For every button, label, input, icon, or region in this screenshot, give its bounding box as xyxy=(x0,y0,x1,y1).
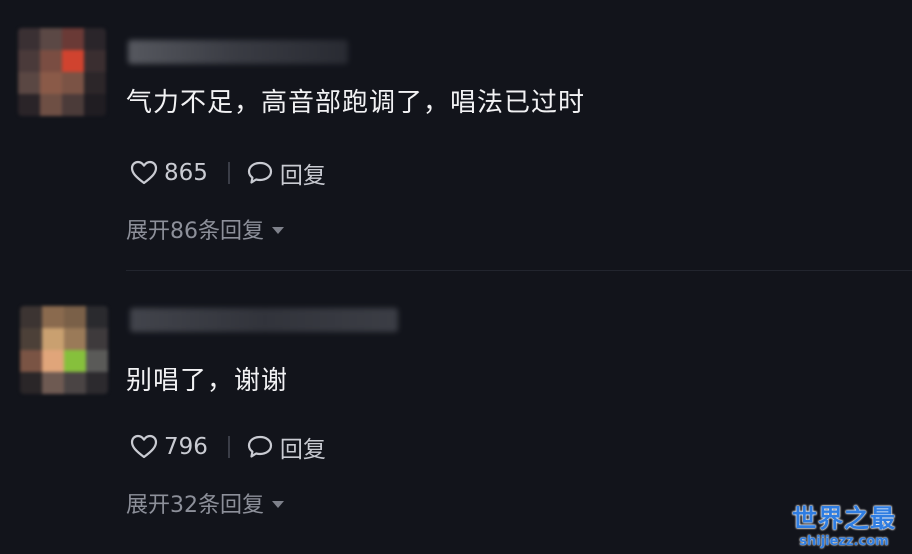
avatar-mosaic-cell xyxy=(18,50,40,72)
avatar-mosaic-cell xyxy=(84,50,106,72)
comment-text: 别唱了，谢谢 xyxy=(126,366,289,396)
avatar-mosaic-cell xyxy=(18,72,40,94)
comment-item: 气力不足，高音部跑调了，唱法已过时 865 回复 展开86条回复 xyxy=(0,0,912,270)
like-button[interactable]: 796 xyxy=(130,434,208,460)
comment-actions: 796 回复 xyxy=(130,430,326,464)
watermark-url: shijiezz.com xyxy=(799,534,889,549)
divider xyxy=(227,162,230,184)
avatar-mosaic-cell xyxy=(64,372,86,394)
heart-icon xyxy=(130,160,158,186)
reply-button[interactable]: 回复 xyxy=(246,156,326,190)
avatar-mosaic-cell xyxy=(20,350,42,372)
avatar-mosaic-cell xyxy=(86,372,108,394)
caret-down-icon xyxy=(272,226,284,234)
comment-divider xyxy=(126,270,912,271)
expand-replies-button[interactable]: 展开32条回复 xyxy=(126,488,284,518)
speech-bubble-icon xyxy=(246,434,274,460)
like-button[interactable]: 865 xyxy=(130,160,208,186)
avatar-mosaic-cell xyxy=(64,328,86,350)
speech-bubble-icon xyxy=(246,160,274,186)
avatar-mosaic-cell xyxy=(20,372,42,394)
avatar-mosaic-cell xyxy=(64,350,86,372)
username-blurred[interactable] xyxy=(128,40,348,64)
avatar-mosaic-cell xyxy=(40,28,62,50)
comment-text: 气力不足，高音部跑调了，唱法已过时 xyxy=(126,88,586,118)
expand-replies-button[interactable]: 展开86条回复 xyxy=(126,214,284,244)
avatar[interactable] xyxy=(18,28,106,116)
avatar-mosaic-cell xyxy=(40,94,62,116)
avatar-mosaic-cell xyxy=(62,94,84,116)
like-count: 865 xyxy=(164,160,208,186)
avatar-mosaic-cell xyxy=(84,94,106,116)
avatar-mosaic-cell xyxy=(42,306,64,328)
avatar-mosaic-cell xyxy=(64,306,86,328)
comment-item: 别唱了，谢谢 796 回复 展开32条回复 xyxy=(0,276,912,554)
avatar-mosaic-cell xyxy=(20,306,42,328)
reply-label: 回复 xyxy=(279,437,326,463)
reply-button[interactable]: 回复 xyxy=(246,430,326,464)
watermark-title: 世界之最 xyxy=(791,504,896,533)
avatar-mosaic-cell xyxy=(86,350,108,372)
caret-down-icon xyxy=(272,500,284,508)
avatar-mosaic-cell xyxy=(84,72,106,94)
avatar-mosaic-cell xyxy=(20,328,42,350)
avatar-mosaic-cell xyxy=(62,72,84,94)
avatar-mosaic-cell xyxy=(86,306,108,328)
heart-icon xyxy=(130,434,158,460)
reply-label: 回复 xyxy=(279,163,326,189)
avatar-mosaic-cell xyxy=(42,350,64,372)
avatar-mosaic-cell xyxy=(42,328,64,350)
avatar[interactable] xyxy=(20,306,108,394)
avatar-mosaic-cell xyxy=(18,94,40,116)
expand-replies-label: 展开32条回复 xyxy=(126,493,264,518)
watermark-logo: 世界之最 shijiezz.com xyxy=(782,504,906,550)
divider xyxy=(227,436,230,458)
avatar-mosaic-cell xyxy=(84,28,106,50)
avatar-mosaic-cell xyxy=(40,72,62,94)
avatar-mosaic-cell xyxy=(40,50,62,72)
expand-replies-label: 展开86条回复 xyxy=(126,219,264,244)
avatar-mosaic-cell xyxy=(62,50,84,72)
avatar-mosaic-cell xyxy=(62,28,84,50)
avatar-mosaic-cell xyxy=(42,372,64,394)
comment-actions: 865 回复 xyxy=(130,156,326,190)
username-blurred[interactable] xyxy=(130,308,398,332)
avatar-mosaic-cell xyxy=(18,28,40,50)
avatar-mosaic-cell xyxy=(86,328,108,350)
like-count: 796 xyxy=(164,434,208,460)
